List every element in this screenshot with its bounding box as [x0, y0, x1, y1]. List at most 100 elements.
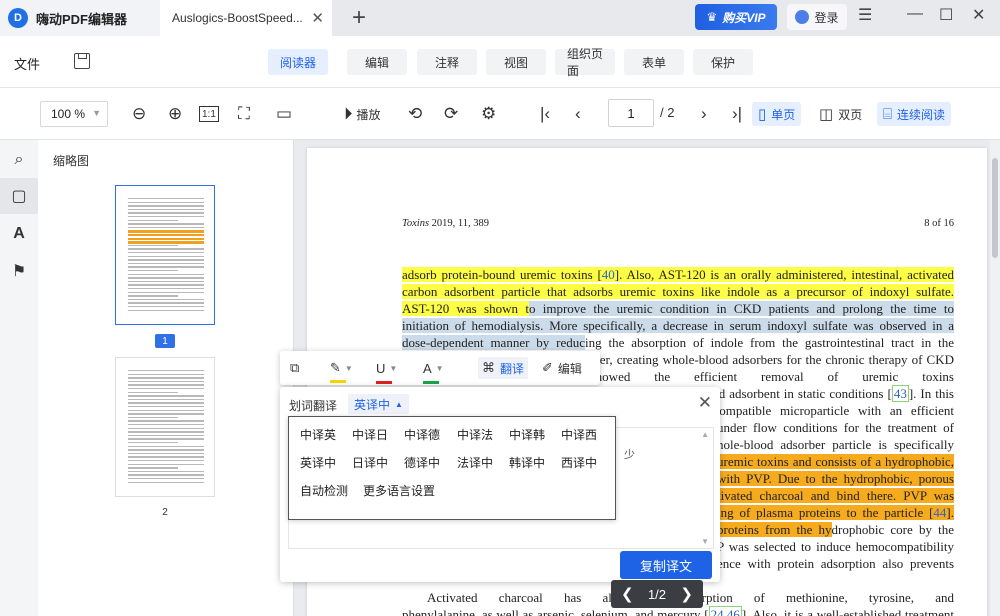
- maximize-icon[interactable]: ☐: [939, 5, 953, 25]
- thumbnail-icon[interactable]: ▢: [0, 178, 38, 214]
- tab-reader[interactable]: 阅读器: [268, 49, 329, 75]
- fit-page-icon[interactable]: ⛶: [238, 101, 250, 127]
- buy-vip-button[interactable]: ♛ 购买VIP: [695, 4, 777, 30]
- rotate-left-icon[interactable]: ⟲: [408, 101, 422, 127]
- play-button[interactable]: ⏵ 播放: [344, 101, 381, 127]
- continuous-reading-button[interactable]: ⌸ 连续阅读: [877, 102, 952, 126]
- document-text-line[interactable]: uremic toxins and consists of a hydropho…: [717, 453, 954, 470]
- next-page-arrow-icon[interactable]: ❯: [680, 585, 693, 603]
- document-text-line[interactable]: ence with protein adsorption also preven…: [717, 555, 954, 572]
- menu-icon[interactable]: ☰: [858, 5, 872, 25]
- minimize-icon[interactable]: —: [907, 5, 923, 23]
- document-text-line[interactable]: initiation of hemodialysis. More specifi…: [402, 317, 954, 334]
- document-scrollbar[interactable]: [990, 140, 1000, 616]
- close-icon[interactable]: ✕: [698, 393, 712, 413]
- thumbnail-page-1[interactable]: [115, 185, 215, 325]
- lang-option[interactable]: 德译中: [404, 454, 440, 471]
- tab-protect[interactable]: 保护: [693, 49, 753, 75]
- thumbnail-text-line: [128, 409, 204, 411]
- page-number-input[interactable]: 1: [608, 99, 654, 127]
- search-icon[interactable]: ⌕: [0, 142, 38, 178]
- tab-organize-pages[interactable]: 组织页面: [555, 47, 615, 78]
- login-button[interactable]: 登录: [787, 4, 847, 30]
- document-text-line[interactable]: adsorb protein-bound uremic toxins [40].…: [402, 266, 954, 283]
- thumbnail-text-line: [128, 406, 204, 408]
- tab-forms[interactable]: 表单: [624, 49, 684, 75]
- document-text-line[interactable]: under flow conditions for the treatment …: [717, 419, 954, 436]
- text-color-tool[interactable]: A ▼: [423, 357, 444, 384]
- thumbnail-text-line: [128, 388, 204, 390]
- thumbnail-text-line: [128, 478, 204, 480]
- text-segment: 40: [601, 267, 615, 282]
- document-text-line[interactable]: with PVP. Due to the hydrophobic, porous: [717, 470, 954, 487]
- lang-option[interactable]: 韩译中: [509, 454, 545, 471]
- language-select[interactable]: 英译中 ▲: [348, 394, 409, 414]
- document-text-line[interactable]: tivated charcoal and bind there. PVP was: [717, 487, 954, 504]
- text-segment: phenylalanine, as well as arsenic, selen…: [402, 607, 709, 616]
- thumbnail-text-line: [128, 291, 204, 293]
- window-close-icon[interactable]: ✕: [972, 5, 985, 25]
- rotate-settings-icon[interactable]: ⚙: [481, 101, 496, 127]
- lang-option-auto-detect[interactable]: 自动检测: [300, 482, 348, 499]
- lang-option[interactable]: 中译英: [300, 426, 336, 443]
- next-page-icon[interactable]: ›: [701, 101, 707, 127]
- copy-icon[interactable]: ⧉: [290, 357, 299, 379]
- double-page-button[interactable]: ◫ 双页: [813, 102, 868, 126]
- tab-close-icon[interactable]: ✕: [311, 9, 324, 27]
- scrollbar-thumb[interactable]: [992, 158, 998, 258]
- first-page-icon[interactable]: |‹: [540, 101, 550, 127]
- rotate-right-icon[interactable]: ⟳: [444, 101, 458, 127]
- thumbnail-text-line: [128, 241, 204, 244]
- previous-page-arrow-icon[interactable]: ❮: [621, 585, 634, 603]
- translate-button[interactable]: ⌘ 翻译: [478, 357, 529, 379]
- document-text-line[interactable]: AST-120 was shown to improve the uremic …: [402, 300, 954, 317]
- scroll-down-icon[interactable]: ▼: [701, 537, 709, 546]
- lang-option[interactable]: 英译中: [300, 454, 336, 471]
- underline-tool[interactable]: U ▼: [376, 357, 397, 384]
- tab-edit[interactable]: 编辑: [347, 49, 407, 75]
- lang-option[interactable]: 中译日: [352, 426, 388, 443]
- bookmark-icon[interactable]: ⚑: [0, 253, 38, 289]
- lang-option[interactable]: 中译韩: [509, 426, 545, 443]
- tab-view[interactable]: 视图: [486, 49, 546, 75]
- document-text-line[interactable]: hole-blood adsorber particle is specific…: [717, 436, 954, 453]
- new-tab-icon[interactable]: +: [352, 4, 366, 32]
- lang-option[interactable]: 中译法: [457, 426, 493, 443]
- highlight-tool[interactable]: ✎ ▼: [330, 357, 353, 383]
- actual-size-icon[interactable]: 1:1: [199, 106, 219, 122]
- save-icon[interactable]: [74, 53, 90, 69]
- document-text-line[interactable]: ing of plasma proteins to the particle […: [717, 504, 954, 521]
- scroll-up-icon[interactable]: ▲: [701, 430, 709, 439]
- lang-option[interactable]: 中译西: [561, 426, 597, 443]
- selection-toolbar: ⧉ ✎ ▼ U ▼ A ▼ ⌘ 翻译 ✐ 编辑: [280, 351, 600, 385]
- single-page-button[interactable]: ▯ 单页: [752, 102, 802, 126]
- lang-option-more-settings[interactable]: 更多语言设置: [363, 482, 435, 499]
- document-text-line[interactable]: dose-dependent manner by reducing the ab…: [402, 334, 954, 351]
- document-text-line[interactable]: proteins from the hydrophobic core by th…: [717, 521, 954, 538]
- document-text-line[interactable]: P was selected to induce hemocompatibili…: [717, 538, 954, 555]
- zoom-out-icon[interactable]: ⊖: [132, 101, 146, 127]
- app-tab[interactable]: D 嗨动PDF编辑器: [0, 0, 160, 36]
- text-icon[interactable]: A: [0, 216, 38, 252]
- thumbnail-page-2[interactable]: [115, 357, 215, 497]
- file-menu[interactable]: 文件: [14, 54, 40, 73]
- thumbnail-text-line: [128, 288, 204, 290]
- tab-annotate[interactable]: 注释: [417, 49, 477, 75]
- copy-translation-button[interactable]: 复制译文: [620, 551, 712, 579]
- lang-option[interactable]: 西译中: [561, 454, 597, 471]
- zoom-select[interactable]: 100 % ▼: [40, 101, 108, 127]
- play-icon: ⏵: [344, 104, 353, 123]
- chevron-up-icon: ▲: [395, 399, 403, 409]
- zoom-in-icon[interactable]: ⊕: [168, 101, 182, 127]
- last-page-icon[interactable]: ›|: [732, 101, 742, 127]
- fit-width-icon[interactable]: ▭: [276, 101, 292, 127]
- document-text-line[interactable]: carbon adsorbent particle that adsorbs u…: [402, 283, 954, 300]
- lang-option[interactable]: 法译中: [457, 454, 493, 471]
- document-tab[interactable]: Auslogics-BoostSpeed... ✕: [160, 0, 332, 36]
- document-text-line[interactable]: ocompatible microparticle with an effici…: [707, 402, 954, 419]
- edit-button[interactable]: ✐ 编辑: [542, 357, 582, 379]
- lang-option[interactable]: 日译中: [352, 454, 388, 471]
- text-segment: uremic toxins and consists of a hydropho…: [717, 454, 954, 469]
- previous-page-icon[interactable]: ‹: [575, 101, 581, 127]
- lang-option[interactable]: 中译德: [404, 426, 440, 443]
